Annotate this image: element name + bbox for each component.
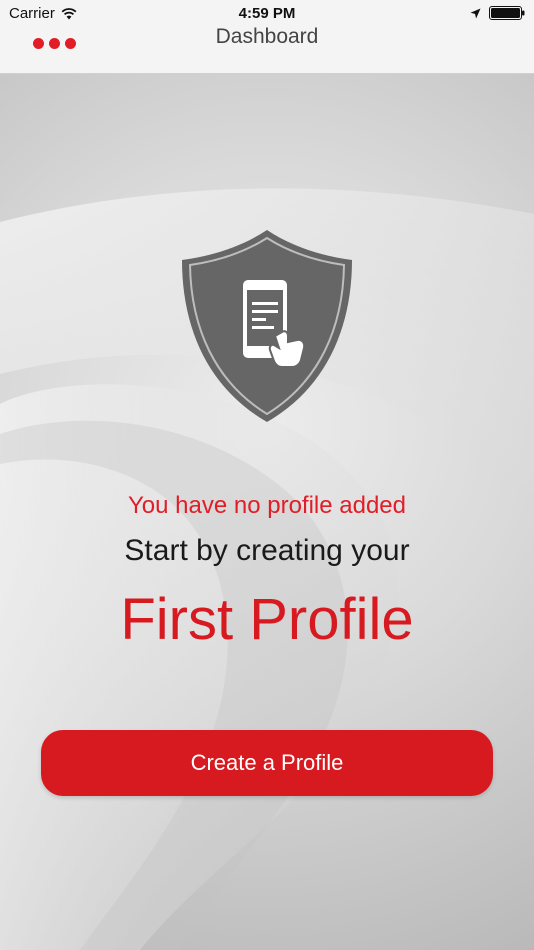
first-profile-heading: First Profile bbox=[120, 587, 414, 652]
battery-icon bbox=[489, 6, 525, 20]
location-arrow-icon bbox=[470, 8, 481, 18]
create-profile-button[interactable]: Create a Profile bbox=[41, 730, 493, 796]
status-right bbox=[470, 6, 525, 20]
no-profile-message: You have no profile added bbox=[127, 492, 406, 519]
shield-phone-tap-icon bbox=[182, 230, 352, 422]
status-bar: Carrier 4:59 PM bbox=[0, 0, 534, 28]
page-title: Dashboard bbox=[215, 25, 319, 48]
dashboard-content: You have no profile added Start by creat… bbox=[0, 74, 534, 950]
status-time: 4:59 PM bbox=[238, 5, 296, 22]
navigation-bar: Dashboard bbox=[0, 26, 534, 72]
top-bar: Carrier 4:59 PM Dashboard bbox=[0, 0, 534, 74]
prompt-message: Start by creating your bbox=[124, 534, 410, 567]
